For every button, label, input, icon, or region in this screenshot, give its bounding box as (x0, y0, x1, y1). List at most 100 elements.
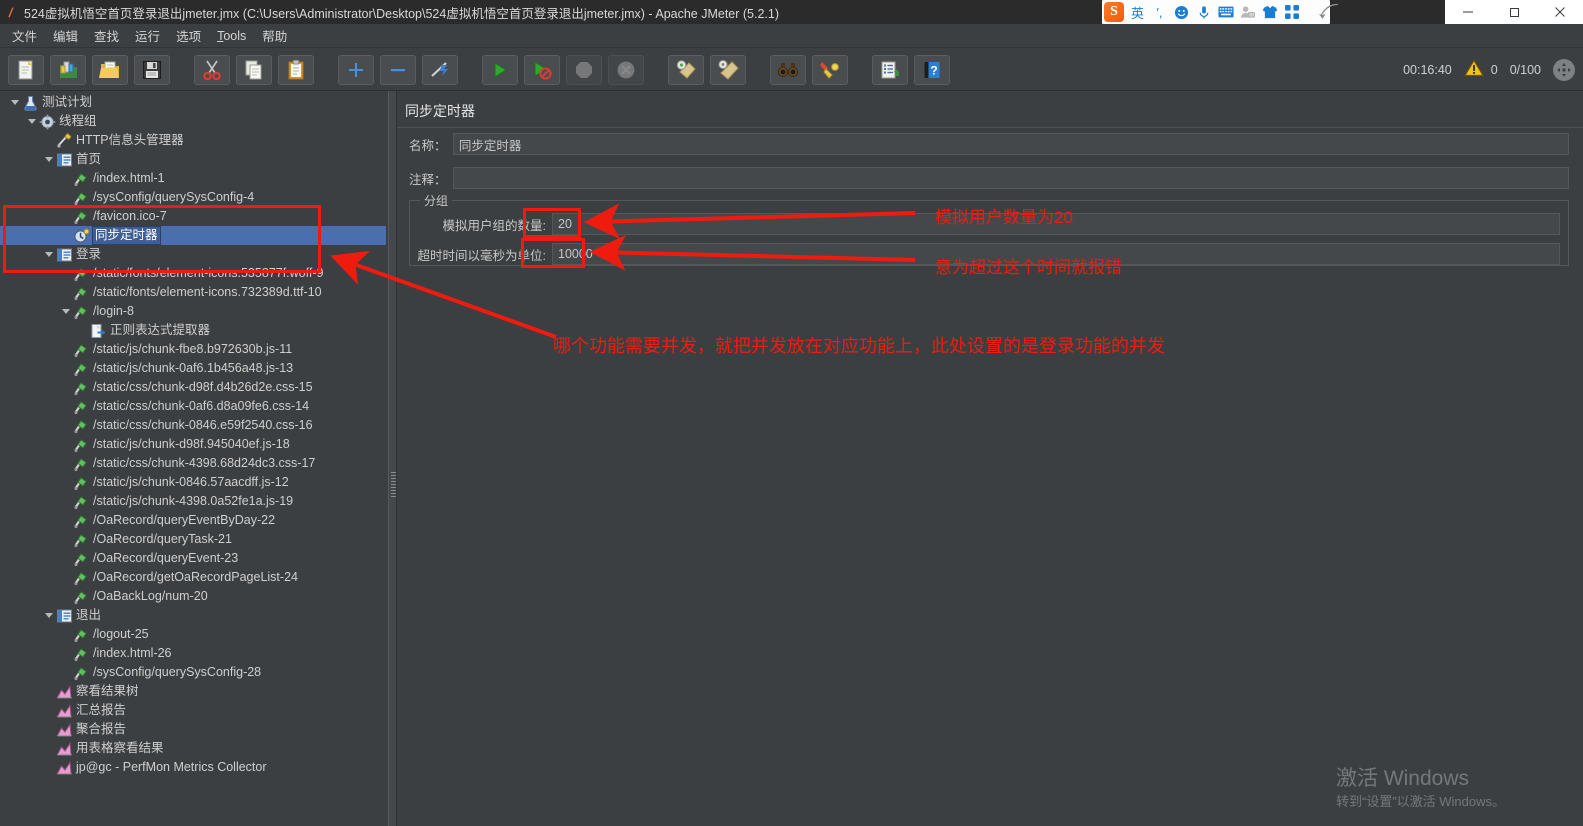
jmeter-feather-icon: / (7, 4, 15, 20)
warning-triangle-icon[interactable] (1463, 58, 1484, 82)
toolbar-status: 00:16:40 0 0/100 (1403, 49, 1575, 91)
reset-search-button[interactable] (812, 54, 848, 85)
tree-node-view-results-table[interactable]: 用表格察看结果 (0, 739, 386, 758)
ime-mode-chinese[interactable]: 英 (1129, 2, 1146, 22)
tree-node-oabacklog-num-20[interactable]: /OaBackLog/num-20 (0, 587, 386, 606)
ime-collapse-arrow-icon[interactable] (1318, 2, 1340, 22)
tree-node-test-plan[interactable]: 测试计划 (0, 93, 386, 112)
tree-node-woff-9[interactable]: /static/fonts/element-icons.535877f.woff… (0, 264, 386, 283)
menu-edit[interactable]: 编辑 (45, 24, 86, 47)
tree-node-querytask-21[interactable]: /OaRecord/queryTask-21 (0, 530, 386, 549)
tree-node-login[interactable]: 登录 (0, 245, 386, 264)
tree-node-summary-report[interactable]: 汇总报告 (0, 701, 386, 720)
chevron-down-icon[interactable] (42, 245, 55, 264)
tree-node-home[interactable]: 首页 (0, 150, 386, 169)
collapse-all-button[interactable] (380, 54, 416, 85)
name-input[interactable]: 同步定时器 (452, 133, 1569, 155)
ime-skin-icon[interactable] (1261, 2, 1278, 22)
tree-node-css-17[interactable]: /static/css/chunk-4398.68d24dc3.css-17 (0, 454, 386, 473)
expand-all-button[interactable] (338, 54, 374, 85)
http-sampler-icon (72, 436, 90, 453)
tree-node-sysconfig-4[interactable]: /sysConfig/querySysConfig-4 (0, 188, 386, 207)
tree-node-logout-group[interactable]: 退出 (0, 606, 386, 625)
tree-node-http-header-manager[interactable]: HTTP信息头管理器 (0, 131, 386, 150)
save-button[interactable] (134, 54, 170, 85)
ime-voice-icon[interactable] (1195, 2, 1212, 22)
menu-options[interactable]: 选项 (168, 24, 209, 47)
tree-node-regex-extractor[interactable]: 正则表达式提取器 (0, 321, 386, 340)
sogou-logo[interactable]: S (1104, 2, 1124, 22)
http-sampler-icon (72, 303, 90, 320)
tree-node-css-14[interactable]: /static/css/chunk-0af6.d8a09fe6.css-14 (0, 397, 386, 416)
menu-tools[interactable]: Tools (209, 27, 254, 45)
chevron-down-icon[interactable] (25, 112, 38, 131)
ime-toolbox-icon[interactable] (1283, 2, 1300, 22)
grid-expand-icon[interactable] (1553, 59, 1575, 81)
chevron-down-icon[interactable] (42, 150, 55, 169)
tree-node-css-16[interactable]: /static/css/chunk-0846.e59f2540.css-16 (0, 416, 386, 435)
panel-splitter[interactable] (388, 91, 397, 826)
http-sampler-icon (72, 664, 90, 681)
minimize-button[interactable] (1445, 0, 1491, 24)
tree-node-favicon-7[interactable]: /favicon.ico-7 (0, 207, 386, 226)
paste-button[interactable] (278, 54, 314, 85)
tree-node-getoarecordpagelist-24[interactable]: /OaRecord/getOaRecordPageList-24 (0, 568, 386, 587)
aggregate-report-icon (55, 721, 73, 738)
sogou-ime-toolbar[interactable]: S 英 ′, (1102, 0, 1330, 24)
menu-run[interactable]: 运行 (127, 24, 168, 47)
tree-node-queryevent-23[interactable]: /OaRecord/queryEvent-23 (0, 549, 386, 568)
tree-node-view-results-tree[interactable]: 察看结果树 (0, 682, 386, 701)
tree-node-label: 首页 (76, 152, 102, 166)
tree-node-thread-group[interactable]: 线程组 (0, 112, 386, 131)
help-button[interactable]: ? (914, 54, 950, 85)
sync-timer-detail-panel: 同步定时器 名称： 同步定时器 注释： 分组 模拟用户组的数量: 20 超时时间… (397, 91, 1583, 826)
cut-button[interactable] (194, 54, 230, 85)
tree-node-index-html-26[interactable]: /index.html-26 (0, 644, 386, 663)
tree-node-aggregate-report[interactable]: 聚合报告 (0, 720, 386, 739)
ime-punctuation[interactable]: ′, (1151, 2, 1168, 22)
tree-node-ttf-10[interactable]: /static/fonts/element-icons.732389d.ttf-… (0, 283, 386, 302)
http-sampler-icon (72, 189, 90, 206)
clear-button[interactable] (668, 54, 704, 85)
function-helper-button[interactable] (872, 54, 908, 85)
tree-twisty-placeholder (59, 454, 72, 473)
menu-search[interactable]: 查找 (86, 24, 127, 47)
tree-node-index-html-1[interactable]: /index.html-1 (0, 169, 386, 188)
tree-twisty-placeholder (59, 644, 72, 663)
new-button[interactable] (8, 54, 44, 85)
clear-all-button[interactable] (710, 54, 746, 85)
tree-node-js-19[interactable]: /static/js/chunk-4398.0a52fe1a.js-19 (0, 492, 386, 511)
tree-node-js-12[interactable]: /static/js/chunk-0846.57aacdff.js-12 (0, 473, 386, 492)
tree-node-login-8[interactable]: /login-8 (0, 302, 386, 321)
tree-node-logout-25[interactable]: /logout-25 (0, 625, 386, 644)
comment-input[interactable] (452, 167, 1569, 189)
tree-node-js-18[interactable]: /static/js/chunk-d98f.945040ef.js-18 (0, 435, 386, 454)
tree-node-js-13[interactable]: /static/js/chunk-0af6.1b456a48.js-13 (0, 359, 386, 378)
chevron-down-icon[interactable] (59, 302, 72, 321)
open-button[interactable] (92, 54, 128, 85)
close-button[interactable] (1537, 0, 1583, 24)
search-button[interactable] (770, 54, 806, 85)
splitter-grip[interactable] (391, 471, 396, 497)
tree-node-perfmon-collector[interactable]: jp@gc - PerfMon Metrics Collector (0, 758, 386, 777)
templates-button[interactable] (50, 54, 86, 85)
menu-help[interactable]: 帮助 (254, 24, 295, 47)
chevron-down-icon[interactable] (8, 93, 21, 112)
tree-node-js-11[interactable]: /static/js/chunk-fbe8.b972630b.js-11 (0, 340, 386, 359)
ime-emoji-icon[interactable] (1173, 2, 1190, 22)
start-no-pauses-button[interactable] (524, 54, 560, 85)
tree-node-queryeventbyday-22[interactable]: /OaRecord/queryEventByDay-22 (0, 511, 386, 530)
tree-node-sysconfig-28[interactable]: /sysConfig/querySysConfig-28 (0, 663, 386, 682)
chevron-down-icon[interactable] (42, 606, 55, 625)
tree-node-css-15[interactable]: /static/css/chunk-d98f.d4b26d2e.css-15 (0, 378, 386, 397)
test-plan-tree-panel[interactable]: 测试计划 线程组 HTTP信息头管理器首页/index.html-1/sysConf… (0, 91, 386, 826)
copy-button[interactable] (236, 54, 272, 85)
maximize-button[interactable] (1491, 0, 1537, 24)
tree-node-sync-timer[interactable]: 同步定时器 (0, 226, 386, 245)
start-button[interactable] (482, 54, 518, 85)
ime-user-icon[interactable] (1239, 2, 1256, 22)
test-plan-tree[interactable]: 测试计划 线程组 HTTP信息头管理器首页/index.html-1/sysConf… (0, 91, 386, 777)
toggle-button[interactable] (422, 54, 458, 85)
menu-file[interactable]: 文件 (4, 24, 45, 47)
ime-soft-keyboard-icon[interactable] (1217, 2, 1234, 22)
